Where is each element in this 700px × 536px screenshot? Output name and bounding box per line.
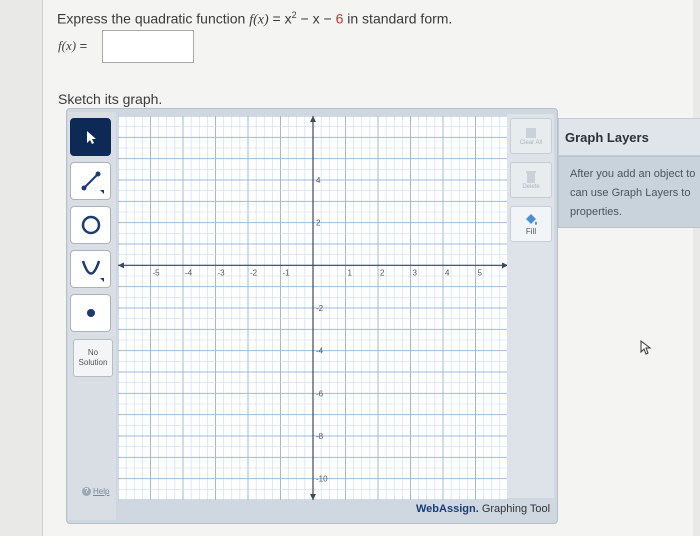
y-tick-label: -8 (316, 432, 324, 441)
y-tick-label: -10 (316, 475, 328, 484)
question-prefix: Express the quadratic function (57, 10, 246, 27)
graph-canvas[interactable]: -5 -4 -3 -2 -1 1 2 3 4 5 4 2 -2 -4 -6 -8 -10 (118, 116, 508, 500)
standard-form-input[interactable] (102, 30, 194, 63)
clear-all-button[interactable]: Clear All (510, 118, 552, 154)
parabola-tool-button[interactable] (70, 250, 111, 288)
fill-bucket-icon (526, 213, 537, 225)
y-tick-label: -6 (316, 389, 324, 398)
minus-x: − x − (296, 10, 336, 27)
fill-label: Fill (525, 226, 537, 236)
webassign-brand: WebAssign. Graphing Tool (416, 503, 550, 515)
x-tick-label: 2 (380, 268, 385, 277)
x-tick-label: -4 (185, 268, 193, 277)
point-icon (86, 309, 95, 317)
x-tick-label: 5 (478, 268, 483, 277)
x-tick-label: 4 (445, 268, 450, 277)
question-text: Express the quadratic function f(x) = x2… (57, 10, 452, 29)
help-link[interactable]: ? Help (82, 487, 109, 496)
graph-layers-text-1: After you add an object to (570, 168, 696, 180)
x-tick-label: -1 (283, 268, 291, 277)
fill-button[interactable]: Fill (510, 206, 552, 242)
x-tick-label: -5 (153, 268, 161, 277)
graph-layers-header[interactable]: Graph Layers (558, 118, 700, 156)
pointer-tool-button[interactable] (70, 118, 111, 156)
circle-tool-button[interactable] (70, 206, 111, 244)
y-tick-label: 2 (316, 219, 321, 228)
no-solution-button[interactable]: No Solution (73, 339, 113, 377)
delete-label: Delete (522, 184, 540, 190)
help-icon: ? (82, 487, 91, 496)
clear-icon (526, 128, 536, 138)
x-tick-label: 3 (413, 268, 418, 277)
answer-fx-label: f(x) (58, 38, 77, 53)
answer-label: f(x) = (58, 38, 87, 54)
y-tick-label: 4 (316, 176, 321, 185)
parabola-icon (81, 260, 104, 282)
delete-button[interactable]: Delete (510, 162, 552, 198)
no-solution-line1: No (87, 348, 99, 357)
mouse-cursor-icon (640, 340, 652, 355)
sketch-label: Sketch its graph. (58, 91, 163, 107)
x-tick-label: 1 (348, 268, 353, 277)
circle-icon (81, 215, 100, 235)
trash-icon (526, 171, 536, 183)
brand-suffix: Graphing Tool (478, 503, 551, 515)
line-icon (81, 171, 104, 194)
graph-layers-text-2: can use Graph Layers to (570, 187, 691, 199)
brand-name: WebAssign. (416, 503, 479, 515)
graph-layers-text-3: properties. (570, 206, 622, 218)
function-name: f(x) (249, 12, 269, 28)
y-tick-label: -4 (316, 347, 324, 356)
no-solution-line2: Solution (78, 358, 108, 367)
y-tick-label: -2 (316, 304, 324, 313)
pointer-icon (86, 131, 96, 144)
question-suffix: in standard form. (343, 10, 453, 27)
x-tick-label: -2 (250, 268, 258, 277)
answer-equals: = (76, 38, 88, 53)
point-tool-button[interactable] (70, 294, 111, 332)
clear-all-label: Clear All (519, 140, 543, 146)
line-tool-button[interactable] (70, 162, 111, 200)
x-tick-label: -3 (218, 268, 226, 277)
equals-x: = x (268, 10, 292, 27)
help-label: Help (93, 487, 110, 496)
